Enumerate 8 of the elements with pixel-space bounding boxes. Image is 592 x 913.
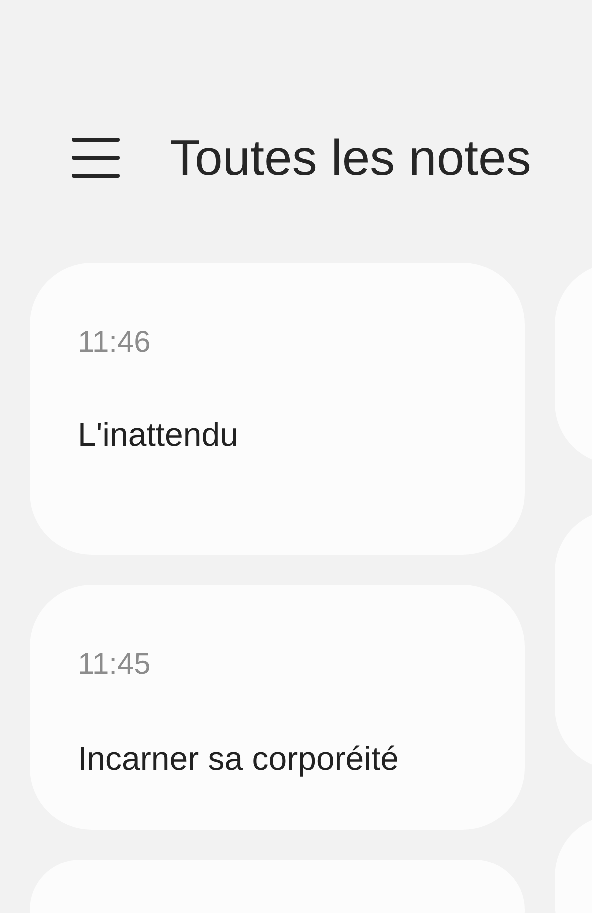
- note-card[interactable]: 11:46 L'inattendu: [30, 263, 525, 555]
- note-card[interactable]: 11:45 Incarner sa corporéité: [30, 585, 525, 830]
- menu-icon[interactable]: [72, 136, 120, 180]
- note-title: Incarner sa corporéité: [78, 739, 400, 779]
- page-title: Toutes les notes: [170, 129, 532, 187]
- note-time: 11:45: [78, 647, 152, 683]
- note-title: L'inattendu: [78, 415, 240, 455]
- note-time: 11:46: [78, 325, 152, 361]
